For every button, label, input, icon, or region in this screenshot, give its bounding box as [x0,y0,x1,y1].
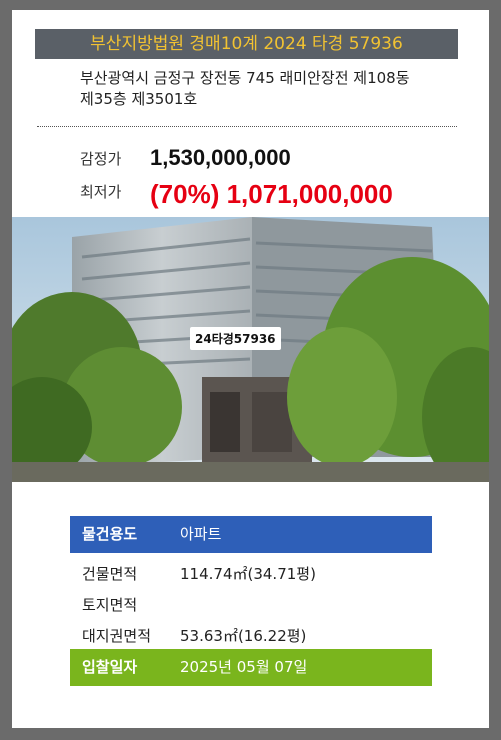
dotted-divider [37,126,457,127]
usage-label: 물건용도 [82,525,138,543]
detail-row-bid-date: 입찰일자 2025년 05월 07일 [70,649,432,686]
detail-row-land-area: 토지면적 [70,589,432,621]
detail-row-land-right-area: 대지권면적 53.63㎡(16.22평) [70,620,432,652]
address-line-2: 제35층 제3501호 [80,90,198,108]
property-address: 부산광역시 금정구 장전동 745 래미안장전 제108동 제35층 제3501… [80,68,480,110]
usage-value: 아파트 [180,525,222,543]
property-photo: 24타경57936 [12,217,489,482]
case-number-tag: 24타경57936 [190,327,281,350]
bid-date-value: 2025년 05월 07일 [180,658,308,676]
bid-date-label: 입찰일자 [82,658,138,676]
appraisal-label: 감정가 [80,150,122,168]
land-right-area-label: 대지권면적 [82,627,152,645]
case-title: 부산지방법원 경매10계 2024 타경 57936 [35,29,458,59]
detail-row-building-area: 건물면적 114.74㎡(34.71평) [70,558,432,590]
building-area-value: 114.74㎡(34.71평) [180,565,316,583]
address-line-1: 부산광역시 금정구 장전동 745 래미안장전 제108동 [80,69,410,87]
building-area-label: 건물면적 [82,565,138,583]
auction-card: 부산지방법원 경매10계 2024 타경 57936 부산광역시 금정구 장전동… [12,10,489,728]
minimum-price-value: (70%) 1,071,000,000 [150,179,393,209]
appraisal-value: 1,530,000,000 [150,145,291,170]
land-area-label: 토지면적 [82,596,138,614]
land-right-area-value: 53.63㎡(16.22평) [180,627,307,645]
detail-row-usage: 물건용도 아파트 [70,516,432,553]
minimum-price-label: 최저가 [80,183,122,201]
